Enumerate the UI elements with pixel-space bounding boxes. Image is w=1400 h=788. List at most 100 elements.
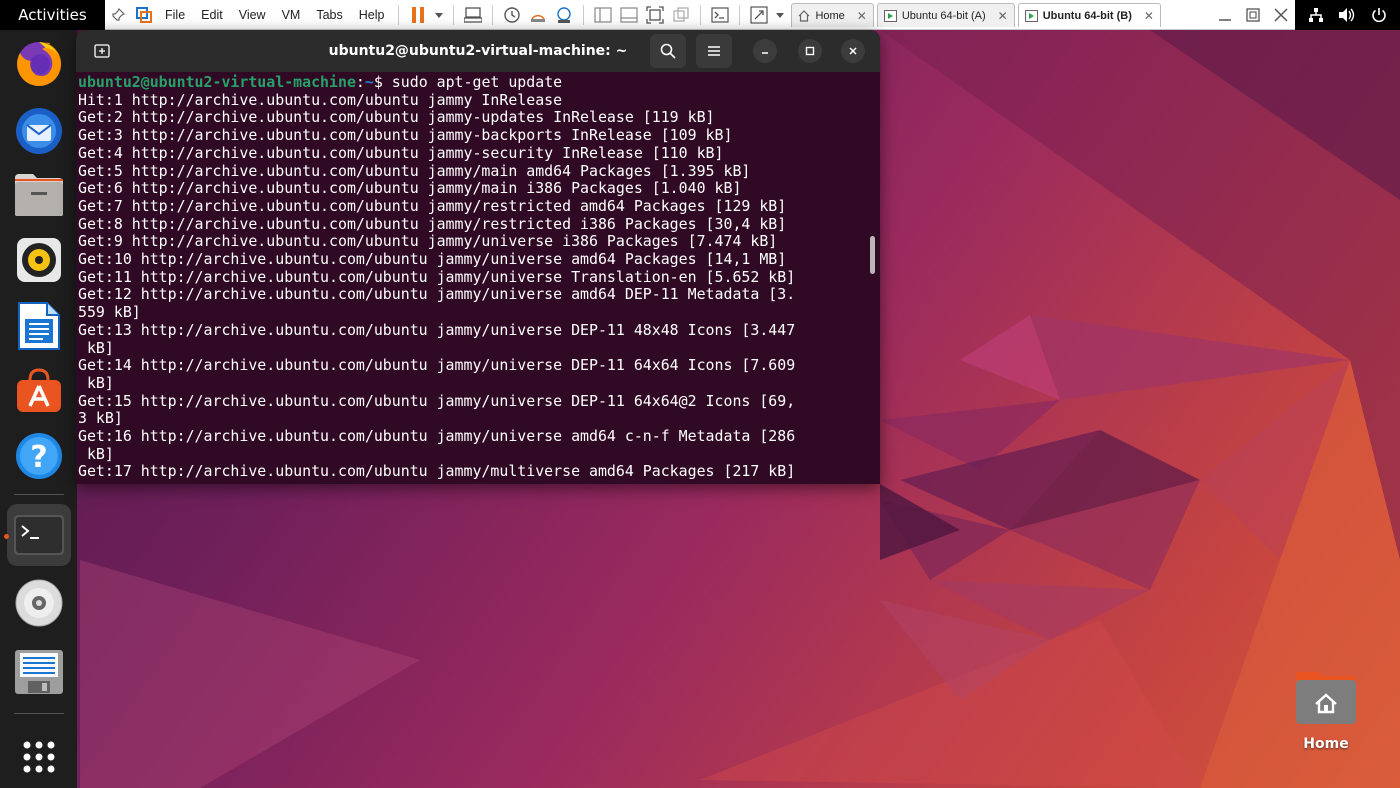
output-line: Get:5 http://archive.ubuntu.com/ubuntu j… bbox=[78, 161, 751, 180]
vmware-logo-icon[interactable] bbox=[133, 4, 155, 26]
toolbar-divider bbox=[492, 5, 494, 25]
hamburger-menu-icon bbox=[708, 46, 720, 56]
console-view-icon[interactable] bbox=[709, 4, 731, 26]
output-line: Get:4 http://archive.ubuntu.com/ubuntu j… bbox=[78, 143, 724, 162]
revert-snapshot-icon[interactable] bbox=[527, 4, 549, 26]
dock-floppy[interactable] bbox=[7, 640, 71, 702]
new-tab-button[interactable] bbox=[86, 35, 118, 67]
power-icon[interactable] bbox=[1371, 7, 1387, 23]
terminal-icon bbox=[13, 514, 64, 555]
send-ctrl-alt-del-icon[interactable] bbox=[462, 4, 484, 26]
vmware-toolbar: Activities File Edit View VM Tabs Help H… bbox=[0, 0, 1400, 30]
toolbar-divider bbox=[583, 5, 585, 25]
minimize-button[interactable] bbox=[753, 39, 777, 63]
close-icon bbox=[849, 47, 857, 55]
dock-show-apps[interactable] bbox=[7, 726, 71, 788]
command-line: ubuntu2@ubuntu2-virtual-machine:~$ sudo … bbox=[78, 74, 868, 92]
minimize-icon bbox=[762, 52, 768, 54]
vm-running-icon bbox=[883, 9, 897, 22]
output-line: Get:13 http://archive.ubuntu.com/ubuntu … bbox=[78, 320, 796, 339]
close-button[interactable] bbox=[841, 39, 865, 63]
close-icon[interactable]: ✕ bbox=[1144, 9, 1154, 23]
help-icon: ? bbox=[15, 433, 62, 480]
library-view-icon[interactable] bbox=[592, 4, 614, 26]
menu-tabs[interactable]: Tabs bbox=[308, 8, 350, 22]
unity-mode-icon[interactable] bbox=[670, 4, 692, 26]
close-window-icon[interactable] bbox=[1267, 0, 1295, 30]
output-line: Get:12 http://archive.ubuntu.com/ubuntu … bbox=[78, 285, 796, 304]
activities-label: Activities bbox=[18, 6, 87, 24]
chevron-down-icon[interactable] bbox=[774, 4, 786, 26]
menu-help[interactable]: Help bbox=[351, 8, 393, 22]
terminal-scrollbar[interactable] bbox=[870, 236, 875, 274]
menu-view[interactable]: View bbox=[231, 8, 274, 22]
terminal-header-bar[interactable]: ubuntu2@ubuntu2-virtual-machine: ~ bbox=[76, 30, 880, 72]
toolbar-divider bbox=[398, 5, 400, 25]
stretch-guest-icon[interactable] bbox=[748, 4, 770, 26]
menu-vm[interactable]: VM bbox=[274, 8, 309, 22]
files-icon bbox=[14, 173, 63, 216]
output-line: 3 kB] bbox=[78, 409, 123, 428]
app-center-icon bbox=[16, 368, 61, 413]
dock-help[interactable]: ? bbox=[7, 425, 71, 487]
toolbar-divider bbox=[453, 5, 455, 25]
tab-ubuntu-a[interactable]: Ubuntu 64-bit (A) ✕ bbox=[876, 3, 1015, 27]
minimize-window-icon[interactable] bbox=[1211, 0, 1239, 30]
firefox-icon bbox=[16, 42, 61, 87]
dock-terminal[interactable] bbox=[3, 503, 71, 566]
menu-button[interactable] bbox=[696, 34, 732, 68]
pause-icon[interactable] bbox=[407, 4, 429, 26]
output-line: Get:17 http://archive.ubuntu.com/ubuntu … bbox=[78, 462, 796, 481]
terminal-window[interactable]: ubuntu2@ubuntu2-virtual-machine: ~ ubunt… bbox=[76, 30, 880, 484]
output-line: kB] bbox=[78, 338, 114, 357]
dock-files[interactable] bbox=[7, 164, 71, 226]
ubuntu-dock: ? bbox=[0, 30, 77, 788]
close-icon[interactable]: ✕ bbox=[998, 9, 1008, 23]
home-folder-label: Home bbox=[1303, 736, 1349, 752]
svg-text:?: ? bbox=[30, 440, 47, 475]
toolbar-divider bbox=[739, 5, 741, 25]
dock-divider bbox=[13, 493, 64, 495]
output-line: Get:6 http://archive.ubuntu.com/ubuntu j… bbox=[78, 179, 742, 198]
pin-icon[interactable] bbox=[107, 4, 129, 26]
system-tray[interactable] bbox=[1295, 0, 1400, 30]
close-icon[interactable]: ✕ bbox=[857, 9, 867, 23]
tab-home[interactable]: Home ✕ bbox=[791, 3, 874, 27]
search-button[interactable] bbox=[650, 34, 686, 68]
activities-button[interactable]: Activities bbox=[0, 0, 105, 30]
tab-ubuntu-b[interactable]: Ubuntu 64-bit (B) ✕ bbox=[1017, 3, 1161, 27]
output-line: kB] bbox=[78, 444, 114, 463]
prompt-colon: : bbox=[355, 74, 365, 91]
tab-label: Ubuntu 64-bit (B) bbox=[1042, 9, 1132, 22]
dock-optical-disc[interactable] bbox=[7, 572, 71, 634]
floppy-save-icon bbox=[14, 649, 63, 694]
vm-running-icon bbox=[1024, 9, 1038, 22]
maximize-window-icon[interactable] bbox=[1239, 0, 1267, 30]
dock-libreoffice-writer[interactable] bbox=[7, 295, 71, 357]
network-icon[interactable] bbox=[1308, 7, 1324, 23]
thumbnail-view-icon[interactable] bbox=[618, 4, 640, 26]
output-line: Get:11 http://archive.ubuntu.com/ubuntu … bbox=[78, 267, 796, 286]
desktop-home-folder[interactable]: Home bbox=[1290, 670, 1362, 752]
output-lines: Hit:1 http://archive.ubuntu.com/ubuntu j… bbox=[78, 90, 868, 481]
terminal-output[interactable]: ubuntu2@ubuntu2-virtual-machine:~$ sudo … bbox=[78, 74, 868, 484]
snapshot-icon[interactable] bbox=[501, 4, 523, 26]
output-line: 559 kB] bbox=[78, 303, 141, 322]
dock-firefox[interactable] bbox=[7, 33, 71, 95]
dock-rhythmbox[interactable] bbox=[7, 229, 71, 291]
menu-edit[interactable]: Edit bbox=[193, 8, 231, 22]
maximize-button[interactable] bbox=[798, 39, 822, 63]
full-screen-icon[interactable] bbox=[644, 4, 666, 26]
chevron-down-icon[interactable] bbox=[433, 4, 445, 26]
dock-app-center[interactable] bbox=[7, 360, 71, 422]
dock-thunderbird[interactable] bbox=[7, 98, 71, 160]
output-line: Get:10 http://archive.ubuntu.com/ubuntu … bbox=[78, 250, 787, 269]
output-line: Get:2 http://archive.ubuntu.com/ubuntu j… bbox=[78, 108, 715, 127]
home-folder-icon bbox=[1296, 672, 1356, 724]
snapshot-manager-icon[interactable] bbox=[553, 4, 575, 26]
home-tab-icon bbox=[799, 9, 810, 22]
output-line: Get:9 http://archive.ubuntu.com/ubuntu j… bbox=[78, 232, 778, 251]
menu-file[interactable]: File bbox=[157, 8, 193, 22]
output-line: Hit:1 http://archive.ubuntu.com/ubuntu j… bbox=[78, 90, 563, 109]
volume-icon[interactable] bbox=[1338, 7, 1356, 23]
